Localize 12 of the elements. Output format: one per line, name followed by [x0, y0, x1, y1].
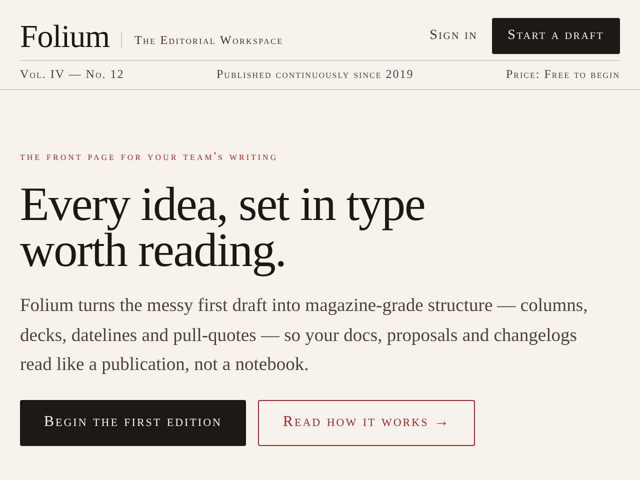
- intro-paragraph: Folium turns the messy first draft into magazine-grade structure — columns, decks, datelines and pull-quotes — so your docs, proposals and changelogs read like a publication, not a notebook.: [20, 295, 589, 377]
- logo-wordmark[interactable]: Folium: [20, 20, 110, 52]
- volume-label: Vol. IV — No. 12: [20, 67, 124, 82]
- dateline-text: Published continuously since 2019: [216, 67, 414, 82]
- start-draft-button[interactable]: Start a draft: [492, 18, 620, 54]
- begin-edition-button[interactable]: Begin the first edition: [20, 400, 246, 446]
- price-label: Price: Free to begin: [506, 67, 620, 82]
- headline-line: Every idea, set in type: [20, 182, 426, 228]
- sign-in-link[interactable]: Sign in: [430, 28, 478, 44]
- eyebrow-text: the front page for your team's writing: [20, 149, 280, 164]
- tagline: The Editorial Workspace: [121, 32, 284, 48]
- read-more-button[interactable]: Read how it works →: [258, 400, 476, 446]
